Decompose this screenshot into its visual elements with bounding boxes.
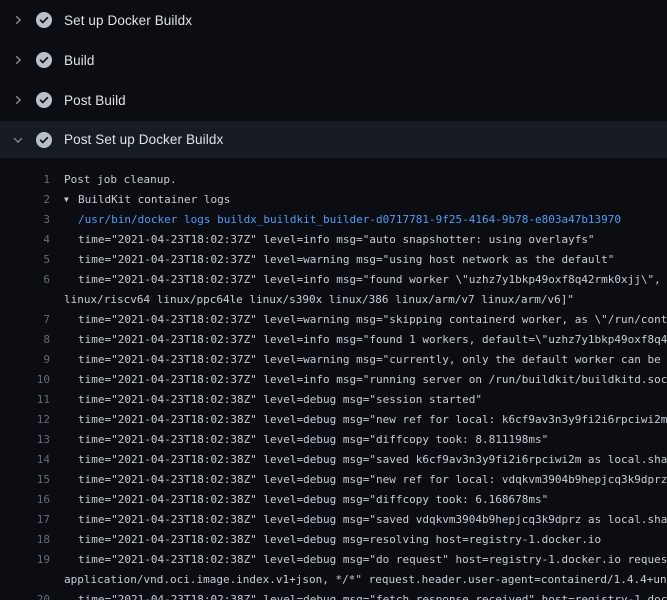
log-line: 12time="2021-04-23T18:02:38Z" level=debu…: [0, 410, 667, 430]
line-number[interactable]: 8: [0, 330, 50, 350]
log-text: time="2021-04-23T18:02:38Z" level=debug …: [50, 510, 667, 530]
chevron-right-icon: [10, 12, 26, 28]
log-text: time="2021-04-23T18:02:38Z" level=debug …: [50, 550, 667, 570]
log-line: 3/usr/bin/docker logs buildx_buildkit_bu…: [0, 210, 667, 230]
log-line: 13time="2021-04-23T18:02:38Z" level=debu…: [0, 430, 667, 450]
line-number[interactable]: 18: [0, 530, 50, 550]
line-number[interactable]: 5: [0, 250, 50, 270]
log-text: ▼BuildKit container logs: [50, 190, 230, 210]
log-text: time="2021-04-23T18:02:38Z" level=debug …: [50, 490, 548, 510]
step-header-post-set-up-docker-buildx[interactable]: Post Set up Docker Buildx: [0, 121, 667, 158]
step-header-set-up-docker-buildx[interactable]: Set up Docker Buildx: [0, 0, 667, 40]
check-circle-icon: [36, 132, 52, 148]
log-text: time="2021-04-23T18:02:38Z" level=debug …: [50, 430, 548, 450]
log-line: 14time="2021-04-23T18:02:38Z" level=debu…: [0, 450, 667, 470]
line-number[interactable]: 14: [0, 450, 50, 470]
log-line: 6time="2021-04-23T18:02:37Z" level=info …: [0, 270, 667, 290]
log-text: time="2021-04-23T18:02:38Z" level=debug …: [50, 470, 667, 490]
chevron-right-icon: [10, 52, 26, 68]
log-text: time="2021-04-23T18:02:38Z" level=debug …: [50, 590, 667, 600]
step-label: Post Set up Docker Buildx: [64, 132, 223, 147]
line-number[interactable]: 10: [0, 370, 50, 390]
log-text: time="2021-04-23T18:02:37Z" level=info m…: [50, 330, 667, 350]
check-circle-icon: [36, 52, 52, 68]
log-line: 20time="2021-04-23T18:02:38Z" level=debu…: [0, 590, 667, 600]
step-label: Build: [64, 53, 95, 68]
step-label: Post Build: [64, 93, 126, 108]
log-line: 16time="2021-04-23T18:02:38Z" level=debu…: [0, 490, 667, 510]
line-number[interactable]: 12: [0, 410, 50, 430]
step-label: Set up Docker Buildx: [64, 13, 192, 28]
log-text: time="2021-04-23T18:02:38Z" level=debug …: [50, 410, 667, 430]
log-lines: 1Post job cleanup.2▼BuildKit container l…: [0, 170, 667, 600]
line-number[interactable]: 3: [0, 210, 50, 230]
log-line: 7time="2021-04-23T18:02:37Z" level=warni…: [0, 310, 667, 330]
log-line-continuation: linux/riscv64 linux/ppc64le linux/s390x …: [0, 290, 667, 310]
log-line: 11time="2021-04-23T18:02:38Z" level=debu…: [0, 390, 667, 410]
step-header-build[interactable]: Build: [0, 40, 667, 80]
line-number[interactable]: 9: [0, 350, 50, 370]
log-line: 9time="2021-04-23T18:02:37Z" level=warni…: [0, 350, 667, 370]
log-text: application/vnd.oci.image.index.v1+json,…: [50, 570, 667, 590]
group-toggle-icon[interactable]: ▼: [64, 190, 78, 210]
log-text: linux/riscv64 linux/ppc64le linux/s390x …: [50, 290, 574, 310]
log-command-text: /usr/bin/docker logs buildx_buildkit_bui…: [50, 210, 621, 230]
log-line-continuation: application/vnd.oci.image.index.v1+json,…: [0, 570, 667, 590]
log-line: 15time="2021-04-23T18:02:38Z" level=debu…: [0, 470, 667, 490]
log-text: time="2021-04-23T18:02:37Z" level=warnin…: [50, 250, 614, 270]
line-number[interactable]: 7: [0, 310, 50, 330]
line-number[interactable]: 11: [0, 390, 50, 410]
log-text: time="2021-04-23T18:02:37Z" level=info m…: [50, 230, 595, 250]
log-line: 4time="2021-04-23T18:02:37Z" level=info …: [0, 230, 667, 250]
chevron-down-icon: [10, 132, 26, 148]
log-area: 1Post job cleanup.2▼BuildKit container l…: [0, 158, 667, 600]
log-text: time="2021-04-23T18:02:37Z" level=info m…: [50, 370, 667, 390]
log-line: 5time="2021-04-23T18:02:37Z" level=warni…: [0, 250, 667, 270]
log-text: time="2021-04-23T18:02:37Z" level=warnin…: [50, 310, 667, 330]
line-number[interactable]: 6: [0, 270, 50, 290]
line-number[interactable]: 15: [0, 470, 50, 490]
log-text: Post job cleanup.: [50, 170, 177, 190]
line-number[interactable]: 13: [0, 430, 50, 450]
log-line: 18time="2021-04-23T18:02:38Z" level=debu…: [0, 530, 667, 550]
line-number[interactable]: 16: [0, 490, 50, 510]
line-number[interactable]: 1: [0, 170, 50, 190]
chevron-right-icon: [10, 92, 26, 108]
line-number[interactable]: 20: [0, 590, 50, 600]
steps-list: Set up Docker Buildx Build Post Build Po…: [0, 0, 667, 158]
line-number[interactable]: 19: [0, 550, 50, 570]
log-line: 8time="2021-04-23T18:02:37Z" level=info …: [0, 330, 667, 350]
log-line: 10time="2021-04-23T18:02:37Z" level=info…: [0, 370, 667, 390]
log-line: 1Post job cleanup.: [0, 170, 667, 190]
log-line: 19time="2021-04-23T18:02:38Z" level=debu…: [0, 550, 667, 570]
check-circle-icon: [36, 12, 52, 28]
log-line: 2▼BuildKit container logs: [0, 190, 667, 210]
log-line: 17time="2021-04-23T18:02:38Z" level=debu…: [0, 510, 667, 530]
log-text: time="2021-04-23T18:02:38Z" level=debug …: [50, 450, 667, 470]
log-text: time="2021-04-23T18:02:38Z" level=debug …: [50, 390, 482, 410]
check-circle-icon: [36, 92, 52, 108]
line-number: [0, 570, 50, 590]
log-text: time="2021-04-23T18:02:37Z" level=warnin…: [50, 350, 667, 370]
line-number: [0, 290, 50, 310]
step-header-post-build[interactable]: Post Build: [0, 80, 667, 120]
log-text: time="2021-04-23T18:02:38Z" level=debug …: [50, 530, 601, 550]
line-number[interactable]: 4: [0, 230, 50, 250]
log-text: time="2021-04-23T18:02:37Z" level=info m…: [50, 270, 667, 290]
line-number[interactable]: 17: [0, 510, 50, 530]
line-number[interactable]: 2: [0, 190, 50, 210]
